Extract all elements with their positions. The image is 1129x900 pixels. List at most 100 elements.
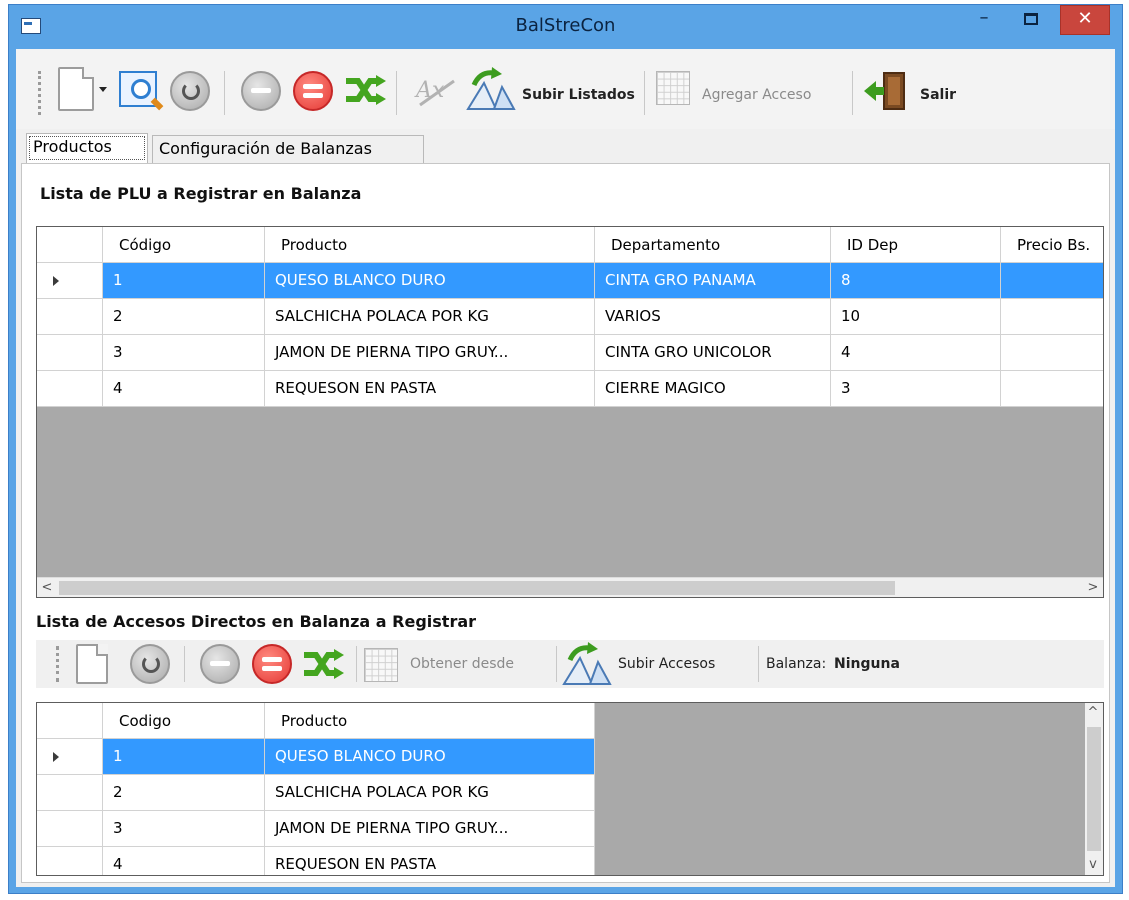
column-header-departamento[interactable]: Departamento xyxy=(595,227,831,263)
delete-all-access-icon[interactable] xyxy=(252,644,292,684)
cell-codigo[interactable]: 2 xyxy=(103,775,265,811)
search-window-icon[interactable] xyxy=(119,71,164,111)
cell-producto[interactable]: SALCHICHA POLACA POR KG xyxy=(265,299,595,335)
row-selector[interactable] xyxy=(37,775,103,811)
row-selector[interactable] xyxy=(37,335,103,371)
balanza-label: Balanza: xyxy=(766,656,827,672)
plu-grid[interactable]: Código Producto Departamento ID Dep Prec… xyxy=(36,226,1104,598)
grid-access-disabled-icon xyxy=(364,648,398,682)
row-selector[interactable] xyxy=(37,847,103,875)
column-header-producto[interactable]: Producto xyxy=(265,703,595,739)
toolbar-separator xyxy=(852,71,853,115)
toolbar-grip[interactable] xyxy=(38,71,41,115)
title-bar[interactable]: BalStreCon – ✕ xyxy=(9,5,1122,49)
refresh-icon[interactable] xyxy=(170,71,210,111)
toolbar-separator xyxy=(556,646,557,682)
upload-access-icon[interactable] xyxy=(562,642,612,686)
minimize-button[interactable]: – xyxy=(964,5,1004,35)
row-selector[interactable] xyxy=(37,299,103,335)
row-selector[interactable] xyxy=(37,371,103,407)
app-window: BalStreCon – ✕ Ax Subir Listados Agregar… xyxy=(8,4,1123,894)
row-selector[interactable] xyxy=(37,739,103,775)
cell-id-dep[interactable]: 3 xyxy=(831,371,1001,407)
grid-disabled-icon xyxy=(656,71,690,105)
cell-precio[interactable] xyxy=(1001,263,1103,299)
font-style-disabled-icon: Ax xyxy=(414,75,458,109)
cell-producto[interactable]: REQUESON EN PASTA xyxy=(265,371,595,407)
remove-disabled-icon xyxy=(241,71,281,111)
new-dropdown-chevron-icon[interactable] xyxy=(99,87,107,92)
upload-lists-icon[interactable] xyxy=(466,67,516,111)
scroll-right-button[interactable]: > xyxy=(1083,578,1103,597)
cell-id-dep[interactable]: 4 xyxy=(831,335,1001,371)
obtener-desde-label: Obtener desde xyxy=(410,656,514,672)
exit-label[interactable]: Salir xyxy=(920,87,956,103)
row-header-corner xyxy=(37,703,103,739)
cell-codigo[interactable]: 1 xyxy=(103,263,265,299)
balanza-value: Ninguna xyxy=(834,656,900,672)
client-area: Ax Subir Listados Agregar Acceso Salir P… xyxy=(16,49,1115,887)
shuffle-icon[interactable] xyxy=(344,75,386,105)
refresh-access-icon[interactable] xyxy=(130,644,170,684)
upload-access-label[interactable]: Subir Accesos xyxy=(618,656,715,672)
column-header-codigo[interactable]: Código xyxy=(103,227,265,263)
main-toolbar: Ax Subir Listados Agregar Acceso Salir xyxy=(16,49,1115,129)
cell-departamento[interactable]: CINTA GRO PANAMA xyxy=(595,263,831,299)
scroll-up-button[interactable]: ^ xyxy=(1084,703,1102,723)
toolbar-separator xyxy=(396,71,397,115)
column-header-producto[interactable]: Producto xyxy=(265,227,595,263)
row-selector[interactable] xyxy=(37,263,103,299)
cell-codigo[interactable]: 4 xyxy=(103,847,265,875)
new-access-icon[interactable] xyxy=(76,644,108,684)
cell-precio[interactable] xyxy=(1001,335,1103,371)
scroll-down-button[interactable]: v xyxy=(1084,855,1102,875)
cell-codigo[interactable]: 3 xyxy=(103,335,265,371)
new-document-icon[interactable] xyxy=(58,67,94,111)
accesos-toolbar: Obtener desde Subir Accesos Balanza: Nin… xyxy=(36,640,1104,688)
toolbar-separator xyxy=(224,71,225,115)
accesos-section-title: Lista de Accesos Directos en Balanza a R… xyxy=(36,612,477,631)
cell-codigo[interactable]: 2 xyxy=(103,299,265,335)
cell-departamento[interactable]: CIERRE MAGICO xyxy=(595,371,831,407)
plu-scroll-thumb[interactable] xyxy=(59,581,895,595)
tab-configuracion-balanzas[interactable]: Configuración de Balanzas xyxy=(152,135,424,163)
cell-codigo[interactable]: 1 xyxy=(103,739,265,775)
add-access-label: Agregar Acceso xyxy=(702,87,812,103)
cell-departamento[interactable]: VARIOS xyxy=(595,299,831,335)
cell-producto[interactable]: REQUESON EN PASTA xyxy=(265,847,595,875)
delete-all-icon[interactable] xyxy=(293,71,333,111)
cell-producto[interactable]: QUESO BLANCO DURO xyxy=(265,739,595,775)
cell-producto[interactable]: JAMON DE PIERNA TIPO GRUY... xyxy=(265,335,595,371)
close-button[interactable]: ✕ xyxy=(1060,5,1110,35)
upload-lists-label[interactable]: Subir Listados xyxy=(522,87,635,103)
cell-codigo[interactable]: 3 xyxy=(103,811,265,847)
cell-precio[interactable] xyxy=(1001,299,1103,335)
column-header-id-dep[interactable]: ID Dep xyxy=(831,227,1001,263)
shuffle-access-icon[interactable] xyxy=(302,649,344,679)
plu-horizontal-scrollbar[interactable]: < > xyxy=(37,577,1103,597)
column-header-precio[interactable]: Precio Bs. xyxy=(1001,227,1103,263)
exit-door-icon[interactable] xyxy=(862,71,910,111)
cell-id-dep[interactable]: 10 xyxy=(831,299,1001,335)
cell-producto[interactable]: JAMON DE PIERNA TIPO GRUY... xyxy=(265,811,595,847)
toolbar-separator xyxy=(758,646,759,682)
toolbar-grip[interactable] xyxy=(56,646,59,682)
accesos-scroll-thumb[interactable] xyxy=(1087,727,1101,851)
tab-productos[interactable]: Productos xyxy=(26,133,148,163)
cell-producto[interactable]: SALCHICHA POLACA POR KG xyxy=(265,775,595,811)
plu-section-title: Lista de PLU a Registrar en Balanza xyxy=(40,184,362,203)
cell-producto[interactable]: QUESO BLANCO DURO xyxy=(265,263,595,299)
accesos-vertical-scrollbar[interactable]: ^ v xyxy=(1085,703,1103,875)
row-header-corner xyxy=(37,227,103,263)
productos-panel: Lista de PLU a Registrar en Balanza Códi… xyxy=(21,163,1110,883)
column-header-codigo[interactable]: Codigo xyxy=(103,703,265,739)
cell-precio[interactable] xyxy=(1001,371,1103,407)
accesos-grid[interactable]: Codigo Producto 1 QUESO BLANCO DURO 2 SA… xyxy=(36,702,1104,876)
cell-codigo[interactable]: 4 xyxy=(103,371,265,407)
cell-id-dep[interactable]: 8 xyxy=(831,263,1001,299)
maximize-button[interactable] xyxy=(1011,5,1051,35)
row-selector[interactable] xyxy=(37,811,103,847)
scroll-left-button[interactable]: < xyxy=(37,578,57,597)
remove-access-disabled-icon xyxy=(200,644,240,684)
cell-departamento[interactable]: CINTA GRO UNICOLOR xyxy=(595,335,831,371)
